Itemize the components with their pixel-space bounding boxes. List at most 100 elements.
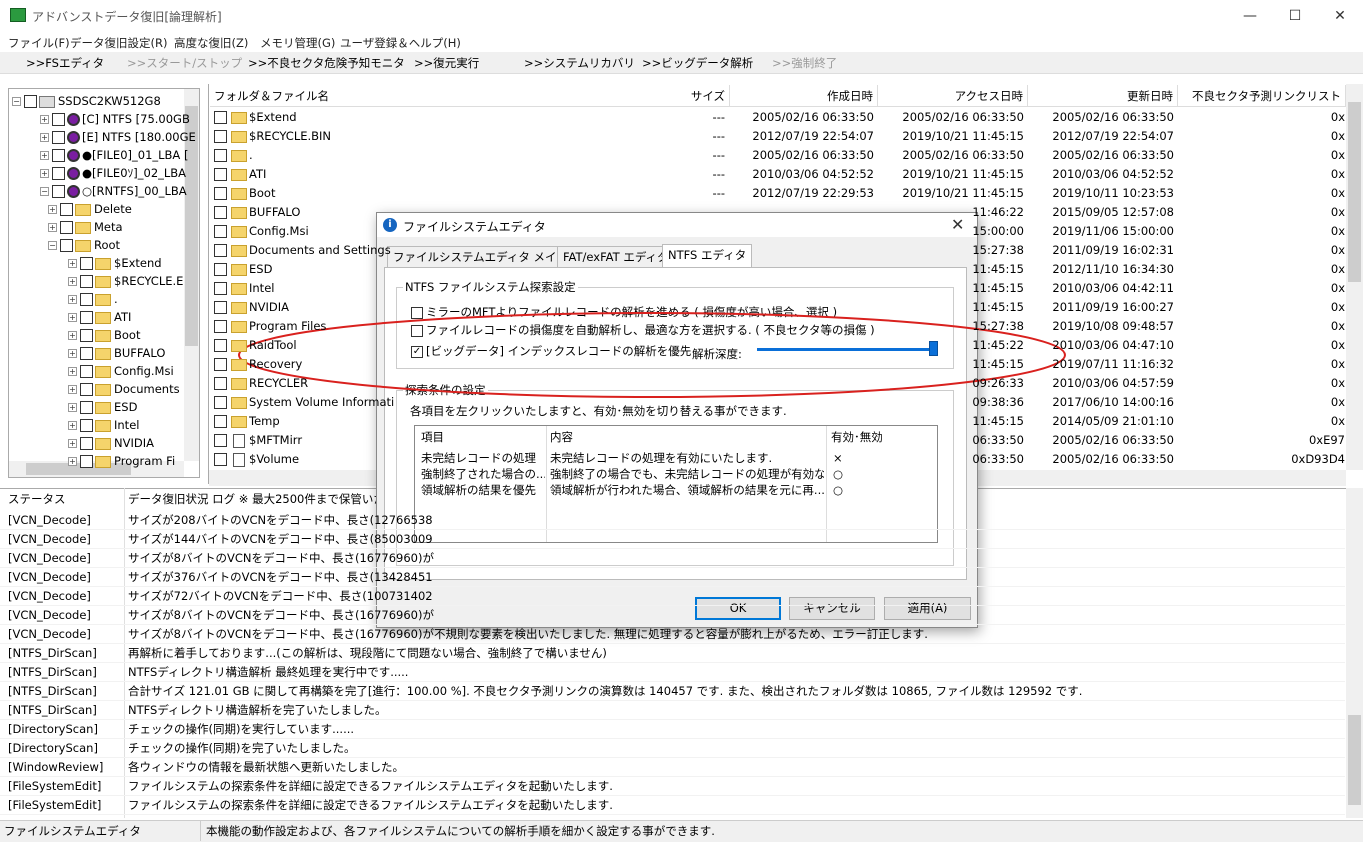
bad-sector-monitor-button[interactable]: >>不良セクタ危険予知モニタ [248, 55, 405, 71]
tree-item-checkbox[interactable] [52, 113, 65, 126]
file-row[interactable]: ATI --- 2010/03/06 04:52:52 2019/10/21 11:4… [209, 165, 1349, 184]
tree-item-checkbox[interactable] [80, 455, 93, 468]
tree-item-checkbox[interactable] [52, 167, 65, 180]
file-row-checkbox[interactable] [214, 111, 227, 124]
tree-expander-icon[interactable]: + [68, 295, 77, 304]
tree-expander-icon[interactable]: + [68, 277, 77, 286]
tree-item[interactable]: + [C] NTFS [75.00GB [40, 110, 190, 128]
tree-expander-icon[interactable]: + [48, 223, 57, 232]
tree-item[interactable]: + ●[FILE0]_01_LBA [ [40, 146, 188, 164]
log-row[interactable]: [NTFS_DirScan] NTFSディレクトリ構造解析を完了いたしました。 [0, 701, 1345, 720]
tree-expander-icon[interactable]: + [68, 421, 77, 430]
col-accessed[interactable]: アクセス日時 [878, 85, 1028, 107]
tree-item-checkbox[interactable] [80, 257, 93, 270]
tree-item-checkbox[interactable] [24, 95, 37, 108]
maximize-button[interactable]: ☐ [1272, 0, 1318, 32]
file-row[interactable]: Recovery 11:45:15 2019/07/11 11:16:32 0x [209, 355, 1349, 374]
tree-item[interactable]: + ESD [68, 398, 137, 416]
tree-expander-icon[interactable]: + [68, 403, 77, 412]
restore-button[interactable]: >>復元実行 [414, 55, 479, 71]
file-row[interactable]: $Extend --- 2005/02/16 06:33:50 2005/02/16 … [209, 108, 1349, 127]
tree-item-checkbox[interactable] [52, 149, 65, 162]
tree-expander-icon[interactable]: + [68, 349, 77, 358]
col-link[interactable]: 不良セクタ予測リンクリスト [1178, 85, 1346, 107]
tree-item-checkbox[interactable] [80, 275, 93, 288]
tree-item[interactable]: + Intel [68, 416, 139, 434]
file-row-checkbox[interactable] [214, 396, 227, 409]
tree-item-checkbox[interactable] [80, 293, 93, 306]
force-stop-button[interactable]: >>強制終了 [772, 55, 837, 71]
tree-item[interactable]: − ○[RNTFS]_00_LBA [40, 182, 187, 200]
menu-file[interactable]: ファイル(F) [8, 35, 70, 51]
col-size[interactable]: サイズ [610, 85, 730, 107]
log-row[interactable]: [NTFS_DirScan] 再解析に着手しております...(この解析は、現段階に… [0, 644, 1345, 663]
log-row[interactable]: [VCN_Decode] サイズが144バイトのVCNをデコード中、長さ(8500… [0, 530, 1345, 549]
log-row[interactable]: [VCN_Decode] サイズが376バイトのVCNをデコード中、長さ(1342… [0, 568, 1345, 587]
file-row-checkbox[interactable] [214, 168, 227, 181]
filelist-scrollbar-thumb[interactable] [1348, 102, 1361, 282]
file-row[interactable]: Intel 11:45:15 2010/03/06 04:42:11 0x [209, 279, 1349, 298]
file-row-checkbox[interactable] [214, 339, 227, 352]
tree-item-checkbox[interactable] [80, 329, 93, 342]
file-row-checkbox[interactable] [214, 282, 227, 295]
log-row[interactable]: [NTFS_DirScan] NTFSディレクトリ構造解析 最終処理を実行中です.… [0, 663, 1345, 682]
tree-item-checkbox[interactable] [80, 311, 93, 324]
tree-item[interactable]: + $Extend [68, 254, 162, 272]
tree-item-checkbox[interactable] [52, 131, 65, 144]
file-row[interactable]: $MFTMirr 06:33:50 2005/02/16 06:33:50 0xE97 [209, 431, 1349, 450]
minimize-button[interactable]: — [1227, 0, 1273, 32]
tree-expander-icon[interactable]: + [40, 151, 49, 160]
tree-expander-icon[interactable]: + [68, 259, 77, 268]
log-row[interactable]: [DirectoryScan] チェックの操作(同期)を完了いたしました。 [0, 739, 1345, 758]
tree-item-checkbox[interactable] [80, 383, 93, 396]
tree-item[interactable]: + Documents [68, 380, 180, 398]
tree-item-checkbox[interactable] [80, 365, 93, 378]
log-row[interactable]: [FileSystemEdit] ファイルシステムの探索条件を詳細に設定できるファ… [0, 796, 1345, 815]
col-created[interactable]: 作成日時 [730, 85, 878, 107]
tree-item[interactable]: + Boot [68, 326, 140, 344]
file-row-checkbox[interactable] [214, 225, 227, 238]
log-col-message[interactable]: データ復旧状況 ログ ※ 最大2500件まで保管いたしま [128, 491, 408, 507]
tree-item[interactable]: + Program Fi [68, 452, 175, 470]
tree-item-checkbox[interactable] [52, 185, 65, 198]
log-row[interactable]: [VCN_Decode] サイズが72バイトのVCNをデコード中、長さ(10073… [0, 587, 1345, 606]
tree-item[interactable]: + ATI [68, 308, 131, 326]
tree-expander-icon[interactable]: + [40, 133, 49, 142]
menu-help[interactable]: ユーザ登録＆ヘルプ(H) [340, 35, 461, 51]
tree-item[interactable]: + BUFFALO [68, 344, 165, 362]
file-row[interactable]: . --- 2005/02/16 06:33:50 2005/02/16 06:33:… [209, 146, 1349, 165]
tree-item[interactable]: + $RECYCLE.E [68, 272, 183, 290]
ct-state[interactable]: ○ [833, 482, 873, 498]
tree-item-checkbox[interactable] [80, 437, 93, 450]
file-row[interactable]: RECYCLER 09:26:33 2010/03/06 04:57:59 0x [209, 374, 1349, 393]
tree-item[interactable]: + [E] NTFS [180.00GE [40, 128, 196, 146]
fs-editor-button[interactable]: >>FSエディタ [26, 55, 104, 71]
log-row[interactable]: [VCN_Decode] サイズが208バイトのVCNをデコード中、長さ(1276… [0, 511, 1345, 530]
log-row[interactable]: [WindowReview] 各ウィンドウの情報を最新状態へ更新いたしました。 [0, 758, 1345, 777]
tree-expander-icon[interactable]: − [12, 97, 21, 106]
tree-item-checkbox[interactable] [80, 419, 93, 432]
log-col-status[interactable]: ステータス [8, 491, 66, 507]
file-row-checkbox[interactable] [214, 301, 227, 314]
ct-item[interactable]: 領域解析の結果を優先 [421, 482, 545, 498]
tree-item[interactable]: − Root [48, 236, 120, 254]
file-row[interactable]: $Volume 06:33:50 2005/02/16 06:33:50 0xD93D… [209, 450, 1349, 469]
tree-expander-icon[interactable]: − [48, 241, 57, 250]
file-row-checkbox[interactable] [214, 244, 227, 257]
file-row[interactable]: Program Files 15:27:38 2019/10/08 09:48:57… [209, 317, 1349, 336]
file-row[interactable]: Documents and Settings 15:27:38 2011/09/19… [209, 241, 1349, 260]
tree-expander-icon[interactable]: + [68, 331, 77, 340]
tree-expander-icon[interactable]: + [40, 115, 49, 124]
log-row[interactable]: [NTFS_DirScan] 合計サイズ 121.01 GB に関して再構築を完了… [0, 682, 1345, 701]
log-row[interactable]: [VCN_Decode] サイズが8バイトのVCNをデコード中、長さ(167769… [0, 606, 1345, 625]
file-row[interactable]: Config.Msi 15:00:00 2019/11/06 15:00:00 0x [209, 222, 1349, 241]
file-row-checkbox[interactable] [214, 149, 227, 162]
file-row[interactable]: BUFFALO 11:46:22 2015/09/05 12:57:08 0x [209, 203, 1349, 222]
tree-item-checkbox[interactable] [80, 347, 93, 360]
tree-item[interactable]: − SSDSC2KW512G8 [12, 92, 161, 110]
menu-advanced-recovery[interactable]: 高度な復旧(Z) [174, 35, 248, 51]
file-row[interactable]: $RECYCLE.BIN --- 2012/07/19 22:54:07 2019/1… [209, 127, 1349, 146]
file-row[interactable]: NVIDIA 11:45:15 2011/09/19 16:00:27 0x [209, 298, 1349, 317]
tree-expander-icon[interactable]: + [68, 439, 77, 448]
file-row-checkbox[interactable] [214, 206, 227, 219]
